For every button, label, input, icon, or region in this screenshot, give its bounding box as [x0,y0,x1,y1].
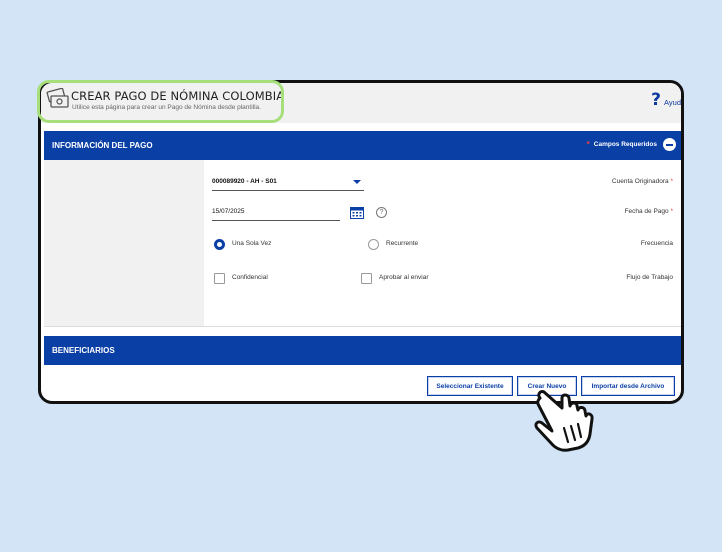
help-link[interactable]: ? Ayud [651,90,681,110]
pointing-hand-cursor-icon [534,390,594,452]
dropdown-caret-icon [353,180,361,184]
workflow-label: Flujo de Trabajo [626,274,673,281]
date-label: Fecha de Pago * [624,208,673,215]
account-label: Cuenta Originadora * [611,178,673,185]
frequency-label: Frecuencia [640,240,673,247]
info-icon[interactable]: ? [376,207,387,218]
select-existing-button[interactable]: Seleccionar Existente [427,376,513,396]
checkbox-aprobar-al-enviar[interactable] [361,273,372,284]
help-icon: ? [651,90,662,110]
section-title: BENEFICIARIOS [52,346,115,355]
option-label: Confidencial [232,274,268,281]
page-header: CREAR PAGO DE NÓMINA COLOMBIA Utilice es… [41,83,681,123]
payment-form: Cuenta Originadora * 000089920 - AH - S0… [44,160,681,326]
account-select[interactable]: 000089920 - AH - S01 [212,174,364,191]
required-star: * [586,140,590,149]
page-subtitle: Utilice esta página para crear un Pago d… [72,104,261,111]
section-divider [44,326,681,327]
section-title: INFORMACIÓN DEL PAGO [52,141,153,150]
app-window: CREAR PAGO DE NÓMINA COLOMBIA Utilice es… [38,80,684,404]
collapse-icon[interactable] [663,138,676,151]
option-label: Una Sola Vez [232,240,272,247]
checkbox-confidencial[interactable] [214,273,225,284]
option-label: Recurrente [386,240,419,247]
required-label: Campos Requeridos [593,141,657,148]
help-label: Ayud [664,98,681,107]
money-bills-icon [46,88,69,108]
required-mark: * [670,178,673,185]
label-column [44,160,204,326]
page-title: CREAR PAGO DE NÓMINA COLOMBIA [71,89,285,103]
payment-info-section-header: INFORMACIÓN DEL PAGO * Campos Requeridos [44,131,681,160]
option-label: Aprobar al enviar [379,274,429,281]
radio-recurrente[interactable] [368,239,379,250]
account-value: 000089920 - AH - S01 [212,178,277,185]
radio-una-sola-vez[interactable] [214,239,225,250]
required-mark: * [670,208,673,215]
calendar-icon[interactable] [350,207,364,219]
required-fields-indicator: * Campos Requeridos [587,138,676,151]
beneficiaries-section-header: BENEFICIARIOS [44,336,681,365]
payment-date-input[interactable]: 15/07/2025 [212,204,340,221]
